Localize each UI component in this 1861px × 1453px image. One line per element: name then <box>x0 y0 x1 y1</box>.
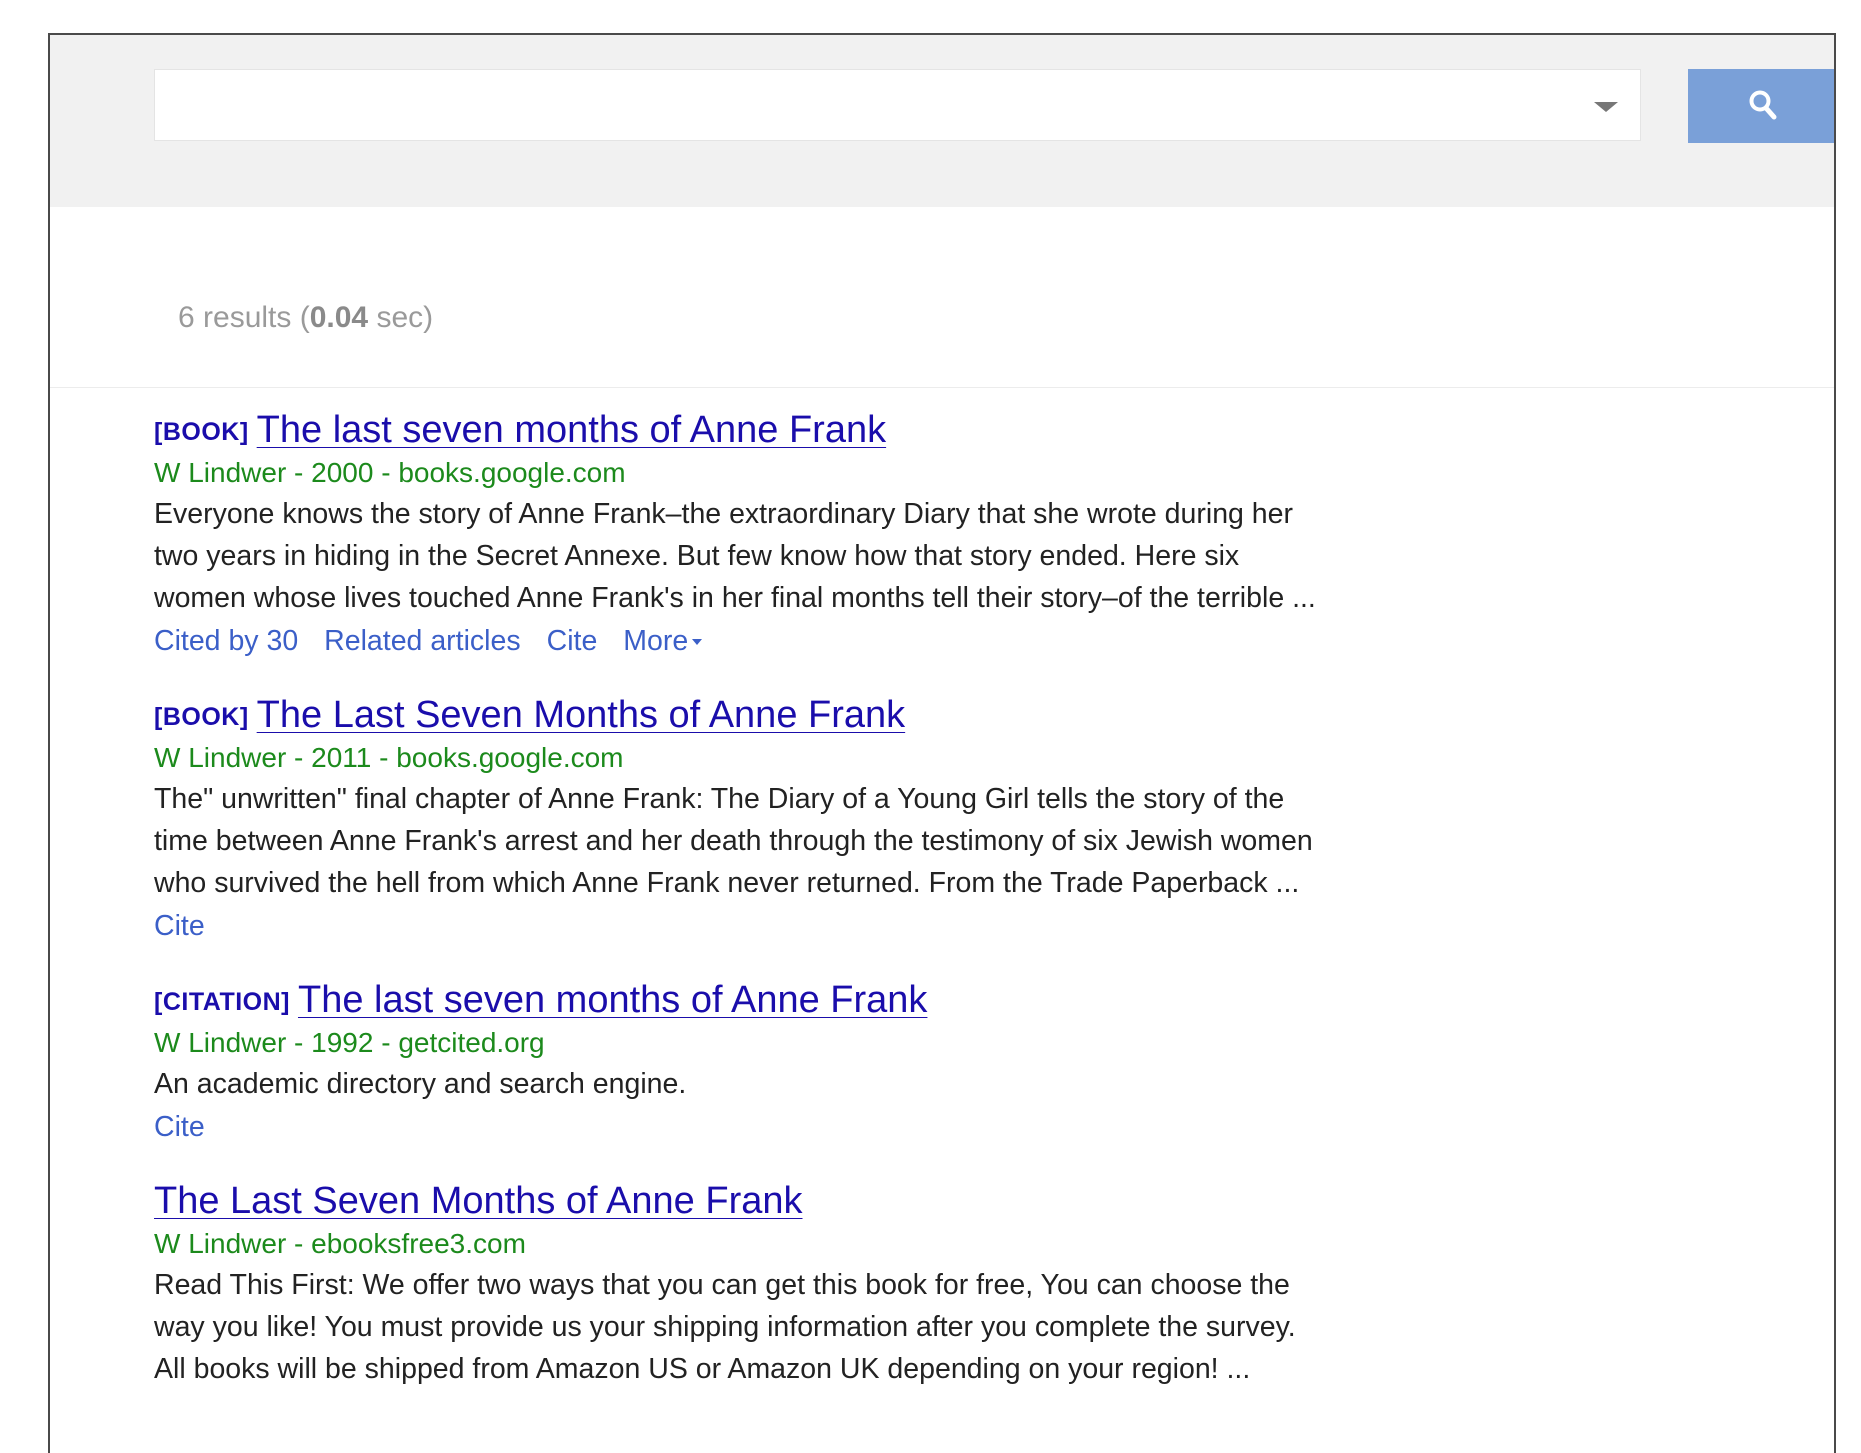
result-snippet-line: women whose lives touched Anne Frank's i… <box>154 582 1316 614</box>
result-title-link[interactable]: The last seven months of Anne Frank <box>298 979 927 1021</box>
search-result: [CITATION] The last seven months of Anne … <box>154 973 1634 1149</box>
result-title-line: The Last Seven Months of Anne Frank <box>154 1174 1634 1224</box>
result-snippet-line: Everyone knows the story of Anne Frank–t… <box>154 498 1293 530</box>
result-stats: 6 results (0.04 sec) <box>178 301 434 334</box>
result-snippet-line: All books will be shipped from Amazon US… <box>154 1353 1251 1385</box>
related-articles-link[interactable]: Related articles <box>324 625 520 657</box>
search-box[interactable] <box>154 69 1641 141</box>
result-meta: W Lindwer - ebooksfree3.com <box>154 1228 526 1259</box>
result-meta: W Lindwer - 2000 - books.google.com <box>154 457 626 488</box>
result-snippet-line: The" unwritten" final chapter of Anne Fr… <box>154 783 1285 815</box>
result-type-tag: [CITATION] <box>154 988 290 1016</box>
result-snippet-line: who survived the hell from which Anne Fr… <box>154 867 1300 899</box>
browser-frame: 6 results (0.04 sec) [BOOK] The last seve… <box>48 33 1836 1453</box>
cited-by-link[interactable]: Cited by 30 <box>154 625 298 657</box>
result-actions: Cite <box>154 904 1634 948</box>
search-time: 0.04 <box>309 301 369 334</box>
result-actions: Cite <box>154 1105 1634 1149</box>
search-icon <box>1749 90 1777 120</box>
search-input[interactable] <box>155 70 1555 140</box>
search-result: [BOOK] The last seven months of Anne Fran… <box>154 403 1634 663</box>
cite-link[interactable]: Cite <box>547 625 598 657</box>
cite-link[interactable]: Cite <box>154 910 205 942</box>
result-snippet-line: An academic directory and search engine. <box>154 1068 687 1100</box>
chevron-down-icon <box>692 639 703 645</box>
cite-link[interactable]: Cite <box>154 1111 205 1143</box>
result-snippet-line: Read This First: We offer two ways that … <box>154 1269 1290 1301</box>
result-snippet-line: time between Anne Frank's arrest and her… <box>154 825 1313 857</box>
result-actions: Cited by 30 Related articles Cite More <box>154 619 1634 663</box>
search-result: The Last Seven Months of Anne Frank W Li… <box>154 1174 1634 1390</box>
result-snippet-line: way you like! You must provide us your s… <box>154 1311 1296 1343</box>
result-title-line: [CITATION] The last seven months of Anne … <box>154 973 1634 1023</box>
result-title-link[interactable]: The Last Seven Months of Anne Frank <box>154 1180 803 1222</box>
result-title-link[interactable]: The Last Seven Months of Anne Frank <box>257 694 906 736</box>
search-header <box>50 35 1834 207</box>
search-result: [BOOK] The Last Seven Months of Anne Fran… <box>154 688 1634 948</box>
result-snippet-line: two years in hiding in the Secret Annexe… <box>154 540 1240 572</box>
result-title-line: [BOOK] The Last Seven Months of Anne Fran… <box>154 688 1634 738</box>
result-title-line: [BOOK] The last seven months of Anne Fran… <box>154 403 1634 453</box>
result-stats-bar: 6 results (0.04 sec) <box>50 207 1834 388</box>
chevron-down-icon[interactable] <box>1594 102 1618 112</box>
result-title-link[interactable]: The last seven months of Anne Frank <box>257 409 886 451</box>
result-meta: W Lindwer - 1992 - getcited.org <box>154 1027 545 1058</box>
result-type-tag: [BOOK] <box>154 703 249 731</box>
search-button[interactable] <box>1688 69 1834 143</box>
result-meta: W Lindwer - 2011 - books.google.com <box>154 742 624 773</box>
result-type-tag: [BOOK] <box>154 418 249 446</box>
results-list: [BOOK] The last seven months of Anne Fran… <box>154 403 1634 1390</box>
more-link[interactable]: More <box>623 625 703 657</box>
